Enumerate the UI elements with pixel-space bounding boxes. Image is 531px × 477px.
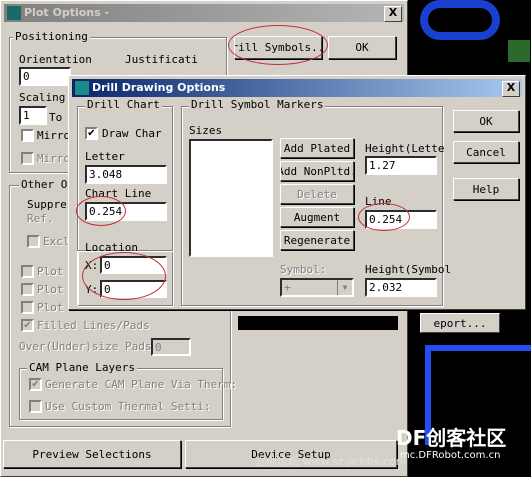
close-button[interactable]: X	[502, 81, 520, 97]
help-button[interactable]: Help	[453, 178, 519, 200]
orientation-field[interactable]: 0	[19, 67, 71, 86]
preview-selections-button[interactable]: Preview Selections	[3, 440, 181, 468]
plot-checkbox-2[interactable]	[21, 283, 34, 296]
mirror-checkbox-2[interactable]	[21, 152, 34, 165]
chevron-down-icon[interactable]: ▼	[337, 280, 352, 295]
letter-label: Letter	[85, 150, 125, 163]
plot-options-title: Plot Options -	[24, 6, 110, 19]
height-letter-field[interactable]: 1.27	[365, 156, 437, 175]
plot-label-1: Plot	[37, 265, 64, 278]
augment-button[interactable]: Augment	[280, 207, 354, 227]
delete-button[interactable]: Delete	[280, 184, 354, 204]
plot-label-2: Plot	[37, 283, 64, 296]
filled-lines-checkbox[interactable]: ✔	[21, 319, 34, 332]
exclude-label: Excl	[43, 235, 70, 248]
annotation-ellipse-location	[82, 252, 166, 300]
letter-field[interactable]: 3.048	[85, 165, 167, 184]
pcb-trace	[420, 0, 500, 40]
drill-dialog-titlebar: Drill Drawing Options X	[72, 79, 522, 97]
generate-cam-label: Generate CAM Plane Via Therm:	[45, 378, 238, 391]
watermark-url-text: mc.DFRobot.com.cn	[400, 450, 501, 461]
scaling-to-label: To	[49, 111, 63, 124]
symbol-label: Symbol:	[280, 263, 327, 276]
custom-thermal-checkbox[interactable]	[29, 400, 42, 413]
annotation-ellipse-chart-line	[76, 196, 126, 226]
draw-chart-label: Draw Char	[102, 127, 162, 140]
app-icon	[7, 6, 21, 20]
plot-checkbox-1[interactable]	[21, 265, 34, 278]
plot-checkbox-3[interactable]	[21, 301, 34, 314]
scaling-field[interactable]: 1	[19, 106, 47, 125]
generate-cam-checkbox[interactable]: ✔	[29, 378, 42, 391]
watermark-logo-text: DF创客社区	[396, 426, 507, 450]
symbol-select[interactable]: + ▼	[280, 278, 354, 297]
report-button-visible[interactable]: eport...	[420, 313, 500, 333]
add-plated-button[interactable]: Add Plated	[280, 138, 354, 158]
draw-chart-checkbox[interactable]: ✔	[85, 127, 98, 140]
mirror-checkbox-1[interactable]	[21, 129, 34, 142]
height-letter-label: Height(Lette	[365, 142, 445, 155]
height-symbol-field[interactable]: 2.032	[365, 278, 437, 297]
add-nonplated-button[interactable]: Add NonPltd.	[280, 161, 354, 181]
cancel-button[interactable]: Cancel	[453, 141, 519, 163]
output-area	[238, 316, 398, 330]
annotation-ellipse-line	[358, 203, 410, 231]
height-symbol-label: Height(Symbol	[365, 263, 452, 276]
cam-plane-label: CAM Plane Layers	[27, 361, 137, 374]
ref-label: Ref.	[27, 212, 54, 225]
regenerate-button[interactable]: Regenerate	[280, 230, 354, 250]
symbol-select-value: +	[284, 281, 291, 294]
sizes-label: Sizes	[189, 124, 223, 137]
mirror-label-2: Mirro	[37, 152, 71, 165]
drill-chart-label: Drill Chart	[85, 98, 162, 111]
close-button[interactable]: X	[384, 6, 402, 22]
plot-label-3: Plot	[37, 301, 64, 314]
filled-lines-label: Filled Lines/Pads	[37, 319, 150, 332]
justification-label: Justificati	[125, 53, 198, 66]
plot-options-titlebar: Plot Options - X	[4, 4, 404, 22]
over-under-field[interactable]: 0	[151, 338, 191, 356]
over-under-label: Over(Under)size Pads	[19, 340, 152, 353]
positioning-label: Positioning	[13, 30, 90, 43]
custom-thermal-label: Use Custom Thermal Setti:	[45, 400, 211, 413]
mirror-label-1: Mirro	[37, 129, 71, 142]
annotation-ellipse-drill-symbols	[228, 25, 328, 65]
ok-button[interactable]: OK	[453, 110, 519, 132]
drill-dialog-title: Drill Drawing Options	[92, 81, 226, 94]
orientation-label: Orientation	[19, 53, 92, 66]
drill-symbol-markers-label: Drill Symbol Markers	[189, 98, 326, 111]
watermark-bottom-text: 立创论坛 www.sz-jlcbbs.com	[255, 455, 407, 468]
plot-ok-button[interactable]: OK	[328, 36, 396, 59]
pcb-pad	[508, 40, 530, 62]
app-icon	[75, 81, 89, 95]
exclude-checkbox[interactable]	[27, 235, 40, 248]
scaling-label: Scaling:	[19, 91, 72, 104]
sizes-list[interactable]	[189, 139, 273, 257]
suppress-label: Suppres	[27, 198, 74, 211]
